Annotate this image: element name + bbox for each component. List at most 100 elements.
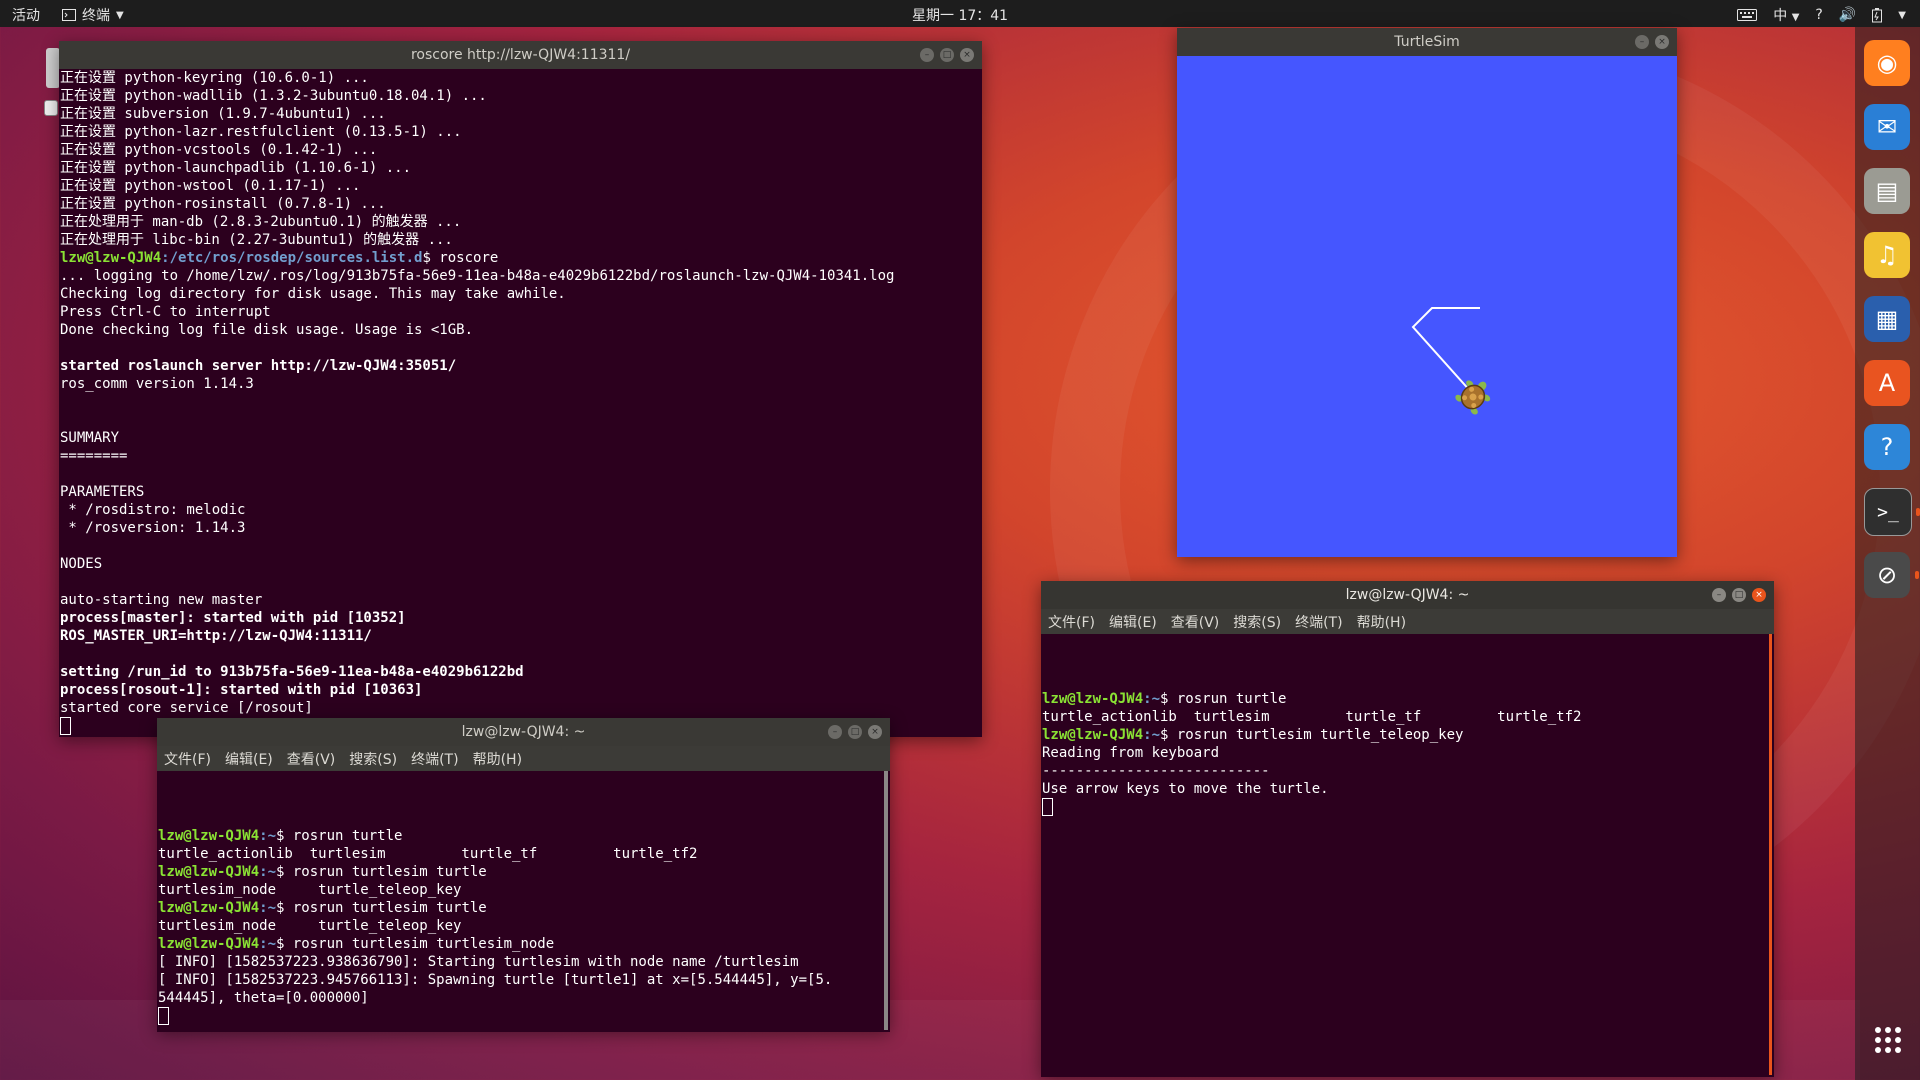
firefox-icon[interactable]: ◉ [1864, 40, 1910, 86]
menu-item[interactable]: 终端(T) [411, 749, 458, 769]
terminal-line: process[master]: started with pid [10352… [60, 609, 982, 627]
show-applications-button[interactable] [1875, 1027, 1901, 1053]
line-text: turtlesim_node turtle_teleop_key [158, 882, 462, 898]
menu-item[interactable]: 文件(F) [1048, 612, 1095, 632]
terminal-output[interactable]: 正在设置 python-keyring (10.6.0-1) ... 正在设置 p… [59, 69, 982, 737]
minimize-button[interactable]: – [920, 48, 934, 62]
line-text: $ rosrun turtlesim turtle [276, 900, 487, 916]
system-tray[interactable]: 中 ▼ ? 🔊 ▼ [1737, 5, 1906, 25]
window-titlebar[interactable]: lzw@lzw-QJW4: ~ – □ × [1041, 581, 1774, 609]
scrollbar[interactable] [884, 771, 888, 1030]
prompt-path: :~ [259, 900, 277, 916]
menu-item[interactable]: 文件(F) [164, 749, 211, 769]
keyboard-icon[interactable] [1737, 9, 1758, 21]
close-button[interactable]: × [1655, 35, 1669, 49]
turtlesim-node-terminal-window[interactable]: lzw@lzw-QJW4: ~ – □ × 文件(F) 编辑(E) 查看(V) 搜索(… [157, 718, 890, 1032]
terminal-line [1042, 798, 1774, 816]
terminal-line: Use arrow keys to move the turtle. [1042, 780, 1774, 798]
scrollbar[interactable] [1769, 634, 1772, 1075]
line-text: 正在处理用于 man-db (2.8.3-2ubuntu0.1) 的触发器 ..… [60, 214, 462, 230]
terminal-line: lzw@lzw-QJW4:~$ rosrun turtlesim turtle_… [1042, 726, 1774, 744]
minimize-button[interactable]: – [1635, 35, 1649, 49]
terminal-line: 正在处理用于 libc-bin (2.27-3ubuntu1) 的触发器 ... [60, 231, 982, 249]
line-text: ROS_MASTER_URI=http://lzw-QJW4:11311/ [60, 628, 372, 644]
terminal-output[interactable]: lzw@lzw-QJW4:~$ rosrun turtle turtle_acti… [157, 771, 890, 1032]
turtle-trail [1411, 307, 1480, 394]
window-titlebar[interactable]: TurtleSim – × [1177, 28, 1677, 56]
window-titlebar[interactable]: roscore http://lzw-QJW4:11311/ – □ × [59, 41, 982, 69]
terminal-line: PARAMETERS [60, 483, 982, 501]
line-text: 544445], theta=[0.000000] [158, 990, 369, 1006]
prompt-user: lzw@lzw-QJW4 [158, 936, 260, 952]
teleop-terminal-window[interactable]: lzw@lzw-QJW4: ~ – □ × 文件(F) 编辑(E) 查看(V) 搜索(… [1041, 581, 1774, 1077]
line-text: * /rosdistro: melodic [60, 502, 246, 518]
prompt-user: lzw@lzw-QJW4 [1042, 691, 1144, 707]
line-text: $ roscore [422, 250, 499, 266]
terminal-line: 正在设置 python-lazr.restfulclient (0.13.5-1… [60, 123, 982, 141]
help-icon[interactable]: ? [1864, 424, 1910, 470]
mail-icon[interactable]: ✉ [1864, 104, 1910, 150]
menu-item[interactable]: 帮助(H) [1357, 612, 1406, 632]
terminal-line: lzw@lzw-QJW4:~$ rosrun turtlesim turtles… [158, 935, 890, 953]
terminal-line: started roslaunch server http://lzw-QJW4… [60, 357, 982, 375]
battery-icon[interactable] [1872, 7, 1883, 23]
menu-item[interactable]: 搜索(S) [1233, 612, 1281, 632]
menu-item[interactable]: 查看(V) [287, 749, 336, 769]
terminal-line: --------------------------- [1042, 762, 1774, 780]
software-store-icon[interactable]: A [1864, 360, 1910, 406]
prompt-user: lzw@lzw-QJW4 [1042, 727, 1144, 743]
terminal-line: setting /run_id to 913b75fa-56e9-11ea-b4… [60, 663, 982, 681]
desktop-file-icon[interactable] [44, 100, 58, 116]
line-text: NODES [60, 556, 103, 572]
music-icon[interactable]: ♫ [1864, 232, 1910, 278]
menu-item[interactable]: 编辑(E) [1109, 612, 1157, 632]
terminal-line: started core service [/rosout] [60, 699, 982, 717]
terminal-icon[interactable]: >_ [1864, 488, 1920, 536]
line-text: $ rosrun turtle [1160, 691, 1287, 707]
files-icon[interactable]: ▤ [1864, 168, 1910, 214]
maximize-button[interactable]: □ [848, 725, 862, 739]
blocked-icon[interactable]: ⊘ [1864, 552, 1919, 598]
prompt-user: lzw@lzw-QJW4 [158, 900, 260, 916]
volume-icon[interactable]: 🔊 [1839, 7, 1856, 23]
close-button[interactable]: × [868, 725, 882, 739]
line-text: $ rosrun turtlesim turtlesim_node [276, 936, 555, 952]
clock[interactable]: 星期一 17：41 [912, 5, 1008, 25]
line-text: 正在设置 subversion (1.9.7-4ubuntu1) ... [60, 106, 386, 122]
menu-item[interactable]: 编辑(E) [225, 749, 273, 769]
maximize-button[interactable]: □ [940, 48, 954, 62]
window-titlebar[interactable]: lzw@lzw-QJW4: ~ – □ × [157, 718, 890, 746]
prompt-path: :~ [1143, 691, 1161, 707]
minimize-button[interactable]: – [828, 725, 842, 739]
input-method-indicator[interactable]: 中 ▼ [1773, 5, 1799, 25]
activities-button[interactable]: 活动 [12, 5, 40, 25]
minimize-button[interactable]: – [1712, 588, 1726, 602]
text-cursor [60, 717, 71, 735]
help-icon[interactable]: ? [1815, 7, 1822, 23]
input-method-label: 中 [1773, 8, 1788, 24]
line-text: [ INFO] [1582537223.945766113]: Spawning… [158, 972, 833, 988]
terminal-line: NODES [60, 555, 982, 573]
terminal-output[interactable]: lzw@lzw-QJW4:~$ rosrun turtle turtle_acti… [1041, 634, 1774, 1077]
system-menu-chevron-icon[interactable]: ▼ [1898, 10, 1906, 21]
menu-item[interactable]: 搜索(S) [349, 749, 397, 769]
roscore-terminal-window[interactable]: roscore http://lzw-QJW4:11311/ – □ × 正在设… [59, 41, 982, 737]
desktop-trash-icon[interactable] [46, 48, 60, 88]
terminal-line: lzw@lzw-QJW4:~$ rosrun turtle [158, 827, 890, 845]
menu-item[interactable]: 帮助(H) [473, 749, 522, 769]
app-menu[interactable]: 终端 ▼ [62, 5, 124, 25]
terminal-line: lzw@lzw-QJW4:~$ rosrun turtlesim turtle [158, 899, 890, 917]
terminal-line: * /rosdistro: melodic [60, 501, 982, 519]
line-text: $ rosrun turtle [276, 828, 403, 844]
menu-item[interactable]: 终端(T) [1295, 612, 1342, 632]
close-button[interactable]: × [1752, 588, 1766, 602]
window-title: roscore http://lzw-QJW4:11311/ [410, 47, 631, 63]
terminal-line: lzw@lzw-QJW4:~$ rosrun turtlesim turtle [158, 863, 890, 881]
document-icon[interactable]: ▦ [1864, 296, 1910, 342]
terminal-line: turtlesim_node turtle_teleop_key [158, 917, 890, 935]
close-button[interactable]: × [960, 48, 974, 62]
turtlesim-window[interactable]: TurtleSim – × [1177, 28, 1677, 557]
maximize-button[interactable]: □ [1732, 588, 1746, 602]
menu-item[interactable]: 查看(V) [1171, 612, 1220, 632]
line-text: turtle_actionlib turtlesim turtle_tf tur… [158, 846, 698, 862]
